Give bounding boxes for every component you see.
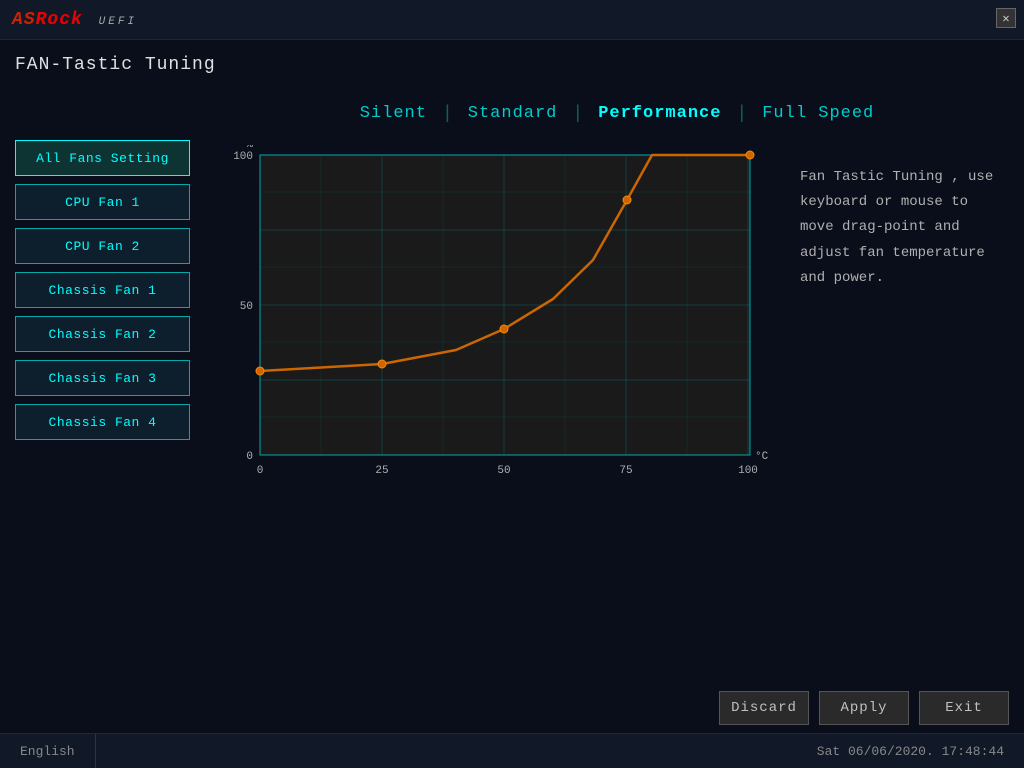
header-bar: ASRock UEFI ✕: [0, 0, 1024, 40]
fan-curve-chart[interactable]: 100 50 0 % 0 25 50 75 100 °C: [225, 145, 775, 505]
apply-button[interactable]: Apply: [819, 691, 909, 725]
tab-separator-3: |: [736, 104, 747, 124]
exit-button[interactable]: Exit: [919, 691, 1009, 725]
logo-as: AS: [12, 10, 36, 30]
chart-wrapper[interactable]: 100 50 0 % 0 25 50 75 100 °C: [225, 145, 770, 485]
svg-text:100: 100: [738, 465, 758, 477]
sidebar-item-chassis-fan-4[interactable]: Chassis Fan 4: [15, 404, 190, 440]
sidebar-item-chassis-fan-3[interactable]: Chassis Fan 3: [15, 360, 190, 396]
language-selector[interactable]: English: [0, 734, 96, 768]
mode-tabs: Silent | Standard | Performance | Full S…: [225, 100, 1009, 127]
datetime-display: Sat 06/06/2020. 17:48:44: [797, 744, 1024, 759]
svg-text:0: 0: [246, 451, 253, 463]
logo-rock: Rock: [36, 10, 83, 30]
svg-text:%: %: [246, 145, 253, 151]
discard-button[interactable]: Discard: [719, 691, 809, 725]
action-bar: Discard Apply Exit: [719, 691, 1009, 725]
svg-text:75: 75: [619, 465, 632, 477]
info-text: Fan Tastic Tuning , use keyboard or mous…: [800, 169, 993, 286]
sidebar-item-cpu-fan-1[interactable]: CPU Fan 1: [15, 184, 190, 220]
tab-performance[interactable]: Performance: [583, 100, 736, 127]
right-panel: Silent | Standard | Performance | Full S…: [210, 95, 1009, 740]
info-panel: Fan Tastic Tuning , use keyboard or mous…: [790, 155, 1009, 301]
sidebar-item-all-fans[interactable]: All Fans Setting: [15, 140, 190, 176]
chart-info-row: 100 50 0 % 0 25 50 75 100 °C Fan Tast: [225, 145, 1009, 485]
svg-text:°C: °C: [755, 451, 769, 463]
sidebar: All Fans Setting CPU Fan 1 CPU Fan 2 Chassi…: [15, 140, 210, 740]
tab-full-speed[interactable]: Full Speed: [747, 100, 889, 127]
tab-separator-1: |: [442, 104, 453, 124]
sidebar-item-chassis-fan-2[interactable]: Chassis Fan 2: [15, 316, 190, 352]
main-content: All Fans Setting CPU Fan 1 CPU Fan 2 Chassi…: [0, 90, 1024, 745]
close-button[interactable]: ✕: [996, 8, 1016, 28]
sidebar-item-chassis-fan-1[interactable]: Chassis Fan 1: [15, 272, 190, 308]
uefi-label: UEFI: [99, 16, 137, 28]
svg-text:25: 25: [375, 465, 388, 477]
status-bar: English Sat 06/06/2020. 17:48:44: [0, 733, 1024, 768]
asrock-logo: ASRock UEFI: [12, 10, 137, 30]
svg-text:50: 50: [240, 301, 253, 313]
page-title: FAN-Tastic Tuning: [15, 55, 216, 75]
svg-text:100: 100: [233, 151, 253, 163]
svg-text:0: 0: [257, 465, 264, 477]
sidebar-item-cpu-fan-2[interactable]: CPU Fan 2: [15, 228, 190, 264]
tab-standard[interactable]: Standard: [453, 100, 573, 127]
tab-separator-2: |: [572, 104, 583, 124]
tab-silent[interactable]: Silent: [345, 100, 442, 127]
svg-text:50: 50: [497, 465, 510, 477]
